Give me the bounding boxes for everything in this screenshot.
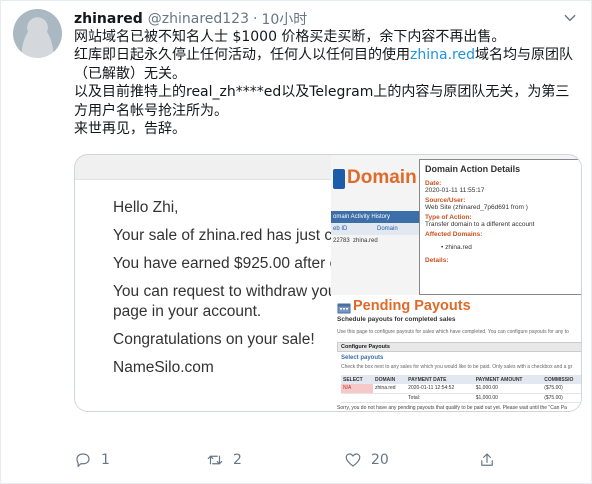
- select-payouts-label: Select payouts: [341, 355, 384, 361]
- email-congrats-line: Congratulations on your sale!: [113, 331, 315, 348]
- pending-payouts-subtitle: Schedule payouts for completed sales: [337, 316, 456, 323]
- history-col-domain: Domain: [377, 226, 398, 232]
- display-name[interactable]: zhinared: [74, 11, 143, 27]
- chevron-down-icon[interactable]: [563, 11, 577, 25]
- email-body: Hello Zhi, Your sale of zhina.red has ju…: [75, 179, 331, 411]
- table-header-cell: PAYMENT DATE: [406, 375, 474, 384]
- table-header-row: SELECT DOMAIN PAYMENT DATE PAYMENT AMOUN…: [341, 375, 581, 384]
- source-label: Source/User:: [425, 197, 466, 204]
- share-button[interactable]: [478, 451, 496, 469]
- table-header-cell: SELECT: [341, 375, 374, 384]
- tweet-line: 红库即日起永久停止任何活动，任何人以任何目的使用zhina.red域名均与原团队…: [74, 47, 573, 82]
- table-cell: $1,000.00: [473, 393, 543, 403]
- retweet-button[interactable]: 2: [206, 451, 242, 469]
- table-header-cell: PAYMENT AMOUNT: [473, 375, 543, 384]
- pending-payouts-title: Pending Payouts: [353, 298, 471, 314]
- email-signature: NameSilo.com: [113, 359, 214, 376]
- reply-count: 1: [101, 452, 110, 468]
- retweet-count: 2: [233, 452, 242, 468]
- timestamp[interactable]: 10小时: [261, 9, 307, 29]
- table-cell: $1,000.00: [473, 384, 543, 394]
- email-sale-line: Your sale of zhina.red has just c: [113, 227, 331, 244]
- details-title: Domain Action Details: [425, 164, 521, 174]
- tweet-card: zhinared @zhinared123 · 10小时 网站域名已被不知名人士…: [0, 0, 592, 484]
- reply-icon: [76, 453, 90, 467]
- table-cell: 2020-01-11 12:54:52: [406, 384, 474, 394]
- tweet-text: 网站域名已被不知名人士 $1000 价格买走买断，余下内容不再出售。 红库即日起…: [74, 28, 582, 138]
- source-value: Web Site (zhinared_7p6d691 from ): [425, 204, 528, 211]
- table-cell: ($75.00): [542, 384, 581, 394]
- separator-dot: ·: [252, 11, 258, 27]
- tweet-header: zhinared @zhinared123 · 10小时: [74, 9, 307, 29]
- email-withdraw-line: page in your account.: [113, 303, 262, 320]
- email-earned-line: You have earned $925.00 after c: [113, 255, 331, 272]
- table-row: N/A zhina.red 2020-01-11 12:54:52 $1,000…: [341, 384, 581, 394]
- table-cell: Total:: [406, 393, 474, 403]
- email-screenshot[interactable]: Hello Zhi, Your sale of zhina.red has ju…: [75, 155, 331, 411]
- history-row: 22783 zhina.red: [331, 235, 421, 247]
- date-label: Date:: [425, 180, 442, 187]
- tweet-line: 以及目前推特上的real_zh****ed以及Telegram上的内容与原团队无…: [74, 84, 570, 119]
- type-label: Type of Action:: [425, 214, 472, 221]
- domain-action-details: Domain Action Details Date: 2020-01-11 1…: [419, 159, 581, 295]
- date-value: 2020-01-11 11:55:17: [425, 187, 485, 194]
- type-value: Transfer domain to a different account: [425, 221, 535, 228]
- table-header-cell: COMMISSIO: [542, 375, 581, 384]
- domain-link[interactable]: zhina.red: [410, 47, 475, 63]
- details-label: Details:: [425, 257, 449, 264]
- table-cell: ($75.00): [542, 393, 581, 403]
- tweet-line: 网站域名已被不知名人士 $1000 价格买走买断，余下内容不再出售。: [74, 29, 506, 45]
- payouts-footer-note: Sorry, you do not have any pending payou…: [337, 405, 567, 411]
- pending-payouts-panel: Pending Payouts Schedule payouts for com…: [331, 295, 581, 411]
- table-cell: [341, 393, 374, 403]
- namesilo-logo-icon: [333, 169, 345, 189]
- share-icon: [481, 453, 493, 466]
- user-handle[interactable]: @zhinared123: [148, 11, 249, 27]
- table-cell: zhina.red: [373, 384, 407, 394]
- history-col-id: eb ID: [333, 226, 348, 232]
- retweet-icon: [207, 455, 223, 465]
- pending-payouts-use-line: Use this page to configure payouts for s…: [337, 329, 569, 335]
- payouts-table: SELECT DOMAIN PAYMENT DATE PAYMENT AMOUN…: [341, 375, 581, 403]
- domain-history-panel: Domain H omain Activity History eb ID Do…: [331, 155, 581, 295]
- avatar[interactable]: [13, 9, 62, 58]
- table-cell: [373, 393, 407, 403]
- configure-payouts-bar: Configure Payouts: [337, 342, 581, 352]
- email-greeting: Hello Zhi,: [113, 199, 179, 216]
- like-button[interactable]: 20: [344, 451, 389, 469]
- table-header-cell: DOMAIN: [373, 375, 407, 384]
- tweet-line: 来世再见，告辞。: [74, 121, 186, 138]
- table-cell: N/A: [341, 384, 374, 394]
- email-withdraw-line: You can request to withdraw you: [113, 283, 331, 300]
- tweet-actions: 1 2 20: [74, 451, 582, 471]
- history-header: eb ID Domain: [331, 223, 421, 235]
- history-row-id: 22783: [333, 238, 350, 244]
- reply-button[interactable]: 1: [74, 451, 110, 469]
- like-count: 20: [371, 452, 389, 468]
- affected-label: Affected Domains:: [425, 231, 483, 238]
- history-bar: omain Activity History: [331, 211, 421, 223]
- history-row-domain: zhina.red: [353, 238, 378, 244]
- payout-calendar-icon: [337, 303, 351, 314]
- tweet-media[interactable]: Hello Zhi, Your sale of zhina.red has ju…: [74, 154, 582, 412]
- affected-domain: • zhina.red: [441, 244, 472, 251]
- heart-icon: [345, 453, 361, 467]
- namesilo-screenshot[interactable]: Domain H omain Activity History eb ID Do…: [331, 155, 581, 411]
- table-row: Total: $1,000.00 ($75.00): [341, 393, 581, 403]
- check-box-line: Check the box next to any sales for whic…: [341, 364, 573, 370]
